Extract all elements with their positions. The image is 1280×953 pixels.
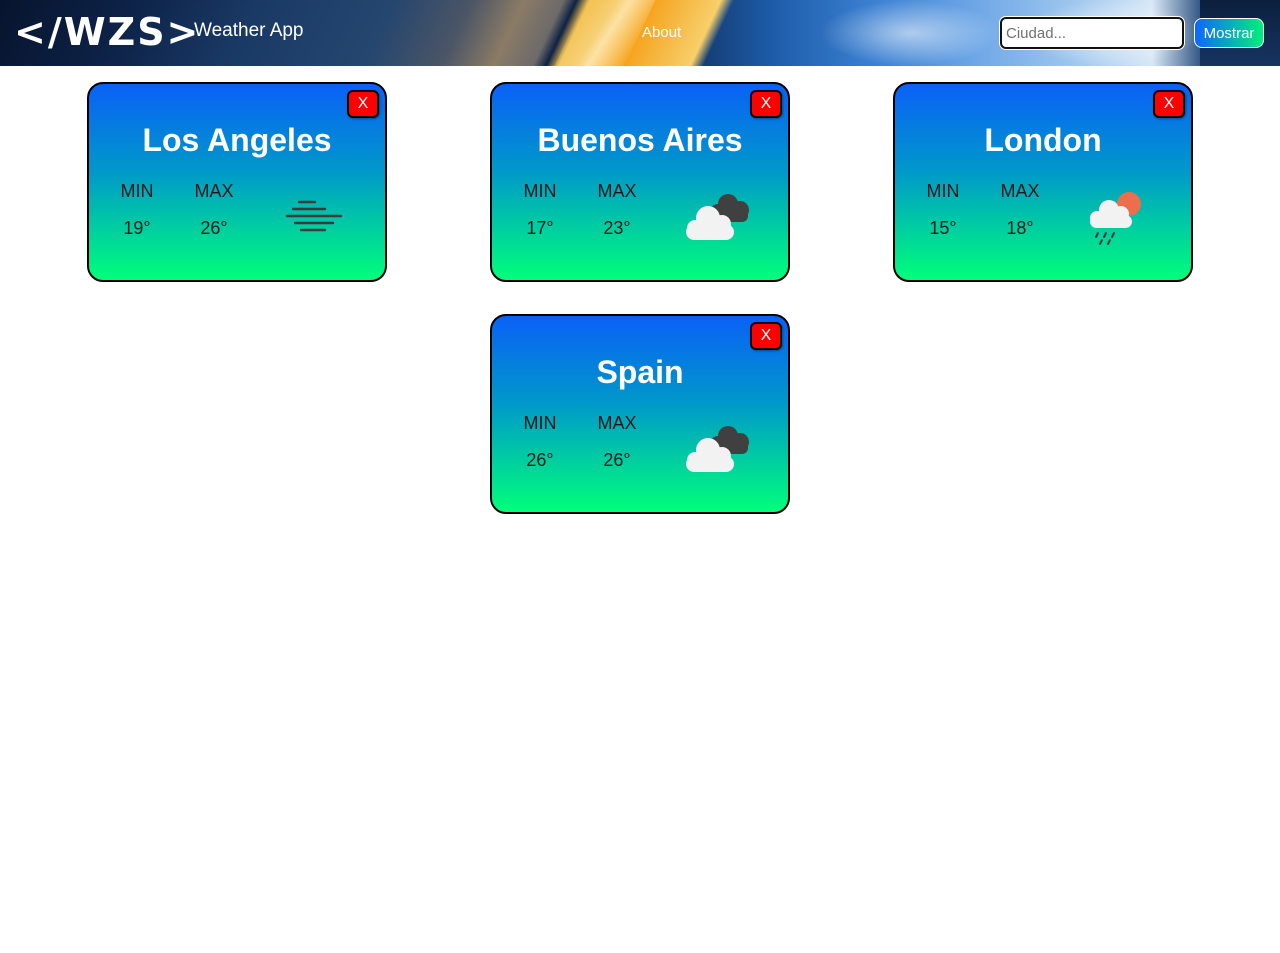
min-temperature: 17° <box>526 218 554 238</box>
logo[interactable]: </WZS> <box>14 8 200 56</box>
min-temperature: 19° <box>123 218 151 238</box>
header-background-streak <box>554 0 656 66</box>
weather-card: X Buenos Aires MIN MAX 17° 23° <box>490 82 790 282</box>
close-card-button[interactable]: X <box>1153 90 1185 118</box>
max-temperature: 26° <box>200 218 228 238</box>
app-title: Weather App <box>194 20 304 41</box>
min-label: MIN <box>926 181 960 201</box>
close-card-button[interactable]: X <box>347 90 379 118</box>
broken-clouds-icon <box>686 194 749 240</box>
max-temperature: 23° <box>603 218 631 238</box>
header-background-cloud <box>820 0 1000 66</box>
mist-icon <box>285 200 343 232</box>
max-temperature: 26° <box>603 450 631 470</box>
min-temperature: 26° <box>526 450 554 470</box>
show-button[interactable]: Mostrar <box>1194 18 1264 48</box>
city-name: Los Angeles <box>142 122 332 158</box>
max-label: MAX <box>194 181 234 201</box>
max-temperature: 18° <box>1006 218 1034 238</box>
city-name: London <box>984 122 1102 158</box>
navbar: </WZS> Weather App About Mostrar <box>0 0 1280 66</box>
close-card-button[interactable]: X <box>750 90 782 118</box>
min-temperature: 15° <box>929 218 957 238</box>
weather-card: X Spain MIN MAX 26° 26° <box>490 314 790 514</box>
weather-card: X London MIN MAX 15° 18° <box>893 82 1193 282</box>
rain-sun-cloud-icon <box>1090 192 1141 245</box>
city-search-input[interactable] <box>1000 17 1184 49</box>
city-name: Spain <box>596 354 684 390</box>
city-name: Buenos Aires <box>537 122 743 158</box>
max-label: MAX <box>597 413 637 433</box>
close-card-button[interactable]: X <box>750 322 782 350</box>
min-label: MIN <box>120 181 154 201</box>
about-link[interactable]: About <box>642 23 681 43</box>
broken-clouds-icon <box>686 426 749 472</box>
min-label: MIN <box>523 181 557 201</box>
max-label: MAX <box>597 181 637 201</box>
min-label: MIN <box>523 413 557 433</box>
weather-card: X Los Angeles MIN MAX 19° 26° <box>87 82 387 282</box>
max-label: MAX <box>1000 181 1040 201</box>
